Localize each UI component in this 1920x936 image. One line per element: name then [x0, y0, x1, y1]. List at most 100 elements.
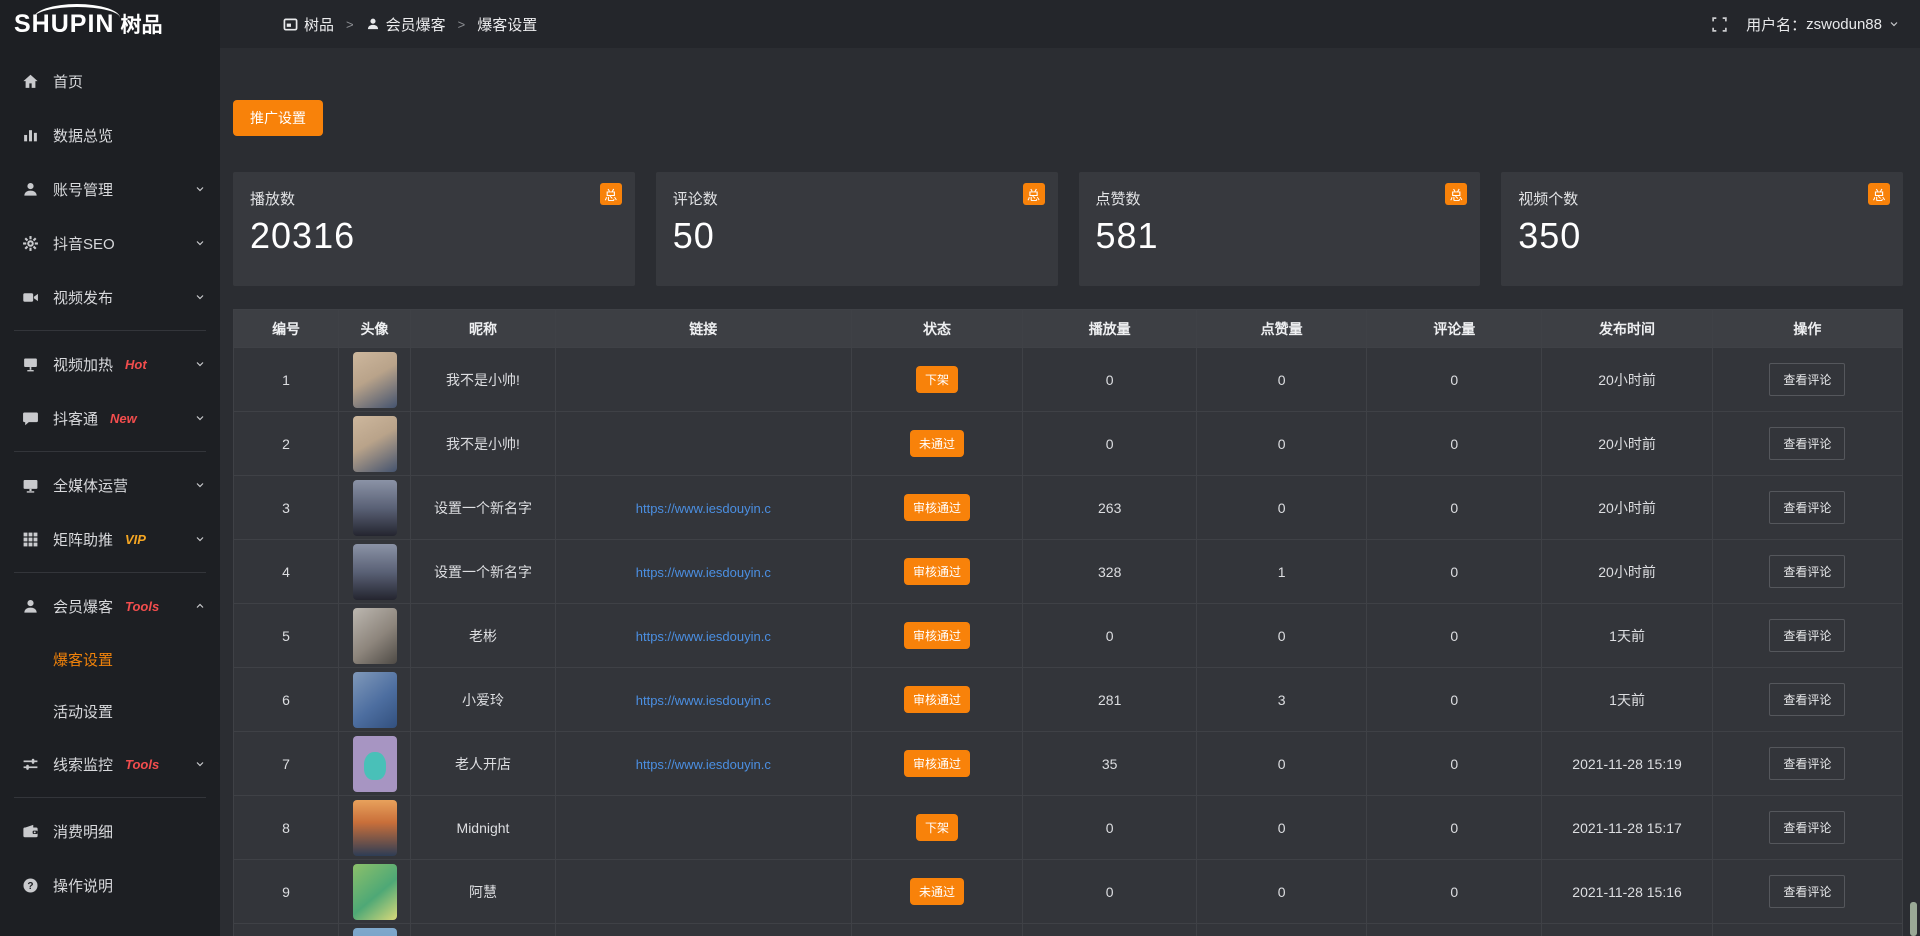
- sidebar-item-douyin-seo[interactable]: 抖音SEO: [0, 216, 220, 270]
- sidebar-item-label: 视频发布: [53, 287, 113, 308]
- status-badge[interactable]: 审核通过: [904, 622, 970, 649]
- chevron-down-icon: [194, 358, 206, 370]
- sidebar-item-member-baoke[interactable]: 会员爆客 Tools: [0, 579, 220, 633]
- cell-plays: 0: [1023, 348, 1197, 412]
- cell-likes: 0: [1196, 732, 1366, 796]
- sidebar-item-account-management[interactable]: 账号管理: [0, 162, 220, 216]
- col-header-actions: 操作: [1712, 310, 1902, 348]
- status-badge[interactable]: 审核通过: [904, 558, 970, 585]
- view-comments-button[interactable]: 查看评论: [1769, 875, 1845, 908]
- stat-label: 播放数: [250, 188, 635, 209]
- total-badge: 总: [1445, 183, 1467, 205]
- table-row: 4 设置一个新名字 https://www.iesdouyin.c 审核通过 3…: [234, 540, 1903, 604]
- sidebar-item-video-publish[interactable]: 视频发布: [0, 270, 220, 324]
- video-link[interactable]: https://www.iesdouyin.c: [636, 757, 771, 772]
- stat-label: 评论数: [673, 188, 1058, 209]
- cell-id: 7: [234, 732, 339, 796]
- view-comments-button[interactable]: 查看评论: [1769, 619, 1845, 652]
- sidebar-item-home[interactable]: 首页: [0, 54, 220, 108]
- video-link[interactable]: https://www.iesdouyin.c: [636, 565, 771, 580]
- avatar: [353, 352, 397, 408]
- fullscreen-icon[interactable]: [1711, 16, 1728, 33]
- breadcrumb-item-member[interactable]: 会员爆客: [386, 14, 446, 35]
- sidebar-item-operation-guide[interactable]: ? 操作说明: [0, 858, 220, 912]
- status-badge[interactable]: 审核通过: [904, 686, 970, 713]
- breadcrumb-item-home[interactable]: 树品: [304, 14, 334, 35]
- cell-nickname: 设置一个新名字: [410, 540, 555, 604]
- vip-badge: VIP: [125, 532, 146, 547]
- cell-publish-time: 20小时前: [1542, 412, 1712, 476]
- cell-link: [556, 348, 851, 412]
- view-comments-button[interactable]: 查看评论: [1769, 747, 1845, 780]
- stat-card-likes: 点赞数 581 总: [1079, 172, 1481, 286]
- sidebar-item-matrix-boost[interactable]: 矩阵助推 VIP: [0, 512, 220, 566]
- topbar: 树品 > 会员爆客 > 爆客设置 用户名： zswodun88: [220, 0, 1920, 48]
- cell-comments: 0: [1367, 732, 1542, 796]
- sidebar-item-video-heating[interactable]: 视频加热 Hot: [0, 337, 220, 391]
- chevron-up-icon: [194, 600, 206, 612]
- chevron-down-icon: [194, 533, 206, 545]
- avatar: [353, 864, 397, 920]
- view-comments-button[interactable]: 查看评论: [1769, 363, 1845, 396]
- col-header-status: 状态: [851, 310, 1023, 348]
- cell-likes: 0: [1196, 604, 1366, 668]
- cell-nickname: 设置一个新名字: [410, 476, 555, 540]
- page-content: 推广设置 播放数 20316 总 评论数 50 总 点赞数 581 总: [220, 48, 1920, 936]
- status-badge[interactable]: 审核通过: [904, 750, 970, 777]
- view-comments-button[interactable]: 查看评论: [1769, 427, 1845, 460]
- user-menu[interactable]: 用户名： zswodun88: [1746, 14, 1900, 35]
- sidebar: SHUPIN 树品 首页 数据总览 账号管理 抖音SEO: [0, 0, 220, 936]
- cell-publish-time: 2021-11-28 15:17: [1542, 796, 1712, 860]
- col-header-comments: 评论量: [1367, 310, 1542, 348]
- status-badge[interactable]: 未通过: [910, 878, 964, 905]
- col-header-likes: 点赞量: [1196, 310, 1366, 348]
- status-badge[interactable]: 审核通过: [904, 494, 970, 521]
- stat-card-comments: 评论数 50 总: [656, 172, 1058, 286]
- stat-card-plays: 播放数 20316 总: [233, 172, 635, 286]
- video-link[interactable]: https://www.iesdouyin.c: [636, 501, 771, 516]
- view-comments-button[interactable]: 查看评论: [1769, 555, 1845, 588]
- cell-plays: 0: [1023, 796, 1197, 860]
- sidebar-item-omnimedia-operation[interactable]: 全媒体运营: [0, 458, 220, 512]
- sidebar-subitem-activity-settings[interactable]: 活动设置: [0, 685, 220, 737]
- video-link[interactable]: https://www.iesdouyin.c: [636, 693, 771, 708]
- col-header-id: 编号: [234, 310, 339, 348]
- stat-label: 视频个数: [1518, 188, 1903, 209]
- view-comments-button[interactable]: 查看评论: [1769, 683, 1845, 716]
- col-header-plays: 播放量: [1023, 310, 1197, 348]
- view-comments-button[interactable]: 查看评论: [1769, 491, 1845, 524]
- logo-arc: [34, 4, 120, 18]
- cell-nickname: 老彬: [410, 604, 555, 668]
- promotion-settings-button[interactable]: 推广设置: [233, 100, 323, 136]
- sidebar-item-label: 矩阵助推: [53, 529, 113, 550]
- logo-text-cn: 树品: [120, 9, 162, 39]
- cell-plays: 0: [1023, 860, 1197, 924]
- sidebar-item-douketong[interactable]: 抖客通 New: [0, 391, 220, 445]
- chevron-down-icon: [194, 291, 206, 303]
- status-badge[interactable]: 未通过: [910, 430, 964, 457]
- sidebar-item-data-overview[interactable]: 数据总览: [0, 108, 220, 162]
- sidebar-subitem-baoke-settings[interactable]: 爆客设置: [0, 633, 220, 685]
- scrollbar-thumb[interactable]: [1910, 902, 1917, 936]
- sidebar-item-consumption-detail[interactable]: 消费明细: [0, 804, 220, 858]
- cell-id: [234, 924, 339, 936]
- chevron-down-icon: [1888, 18, 1900, 30]
- cell-comments: 0: [1367, 348, 1542, 412]
- cell-comments: 0: [1367, 860, 1542, 924]
- avatar: [353, 480, 397, 536]
- view-comments-button[interactable]: 查看评论: [1769, 811, 1845, 844]
- status-badge[interactable]: 下架: [916, 366, 958, 393]
- col-header-nickname: 昵称: [410, 310, 555, 348]
- status-badge[interactable]: 下架: [916, 814, 958, 841]
- avatar: [353, 416, 397, 472]
- sidebar-item-clue-monitor[interactable]: 线索监控 Tools: [0, 737, 220, 791]
- breadcrumb-item-current[interactable]: 爆客设置: [477, 14, 537, 35]
- sidebar-divider: [14, 451, 206, 452]
- help-icon: ?: [22, 877, 39, 894]
- table-row-partial: [234, 924, 1903, 936]
- chevron-down-icon: [194, 479, 206, 491]
- sidebar-item-label: 抖客通: [53, 408, 98, 429]
- video-link[interactable]: https://www.iesdouyin.c: [636, 629, 771, 644]
- total-badge: 总: [1868, 183, 1890, 205]
- sidebar-menu: 首页 数据总览 账号管理 抖音SEO 视频发布: [0, 48, 220, 912]
